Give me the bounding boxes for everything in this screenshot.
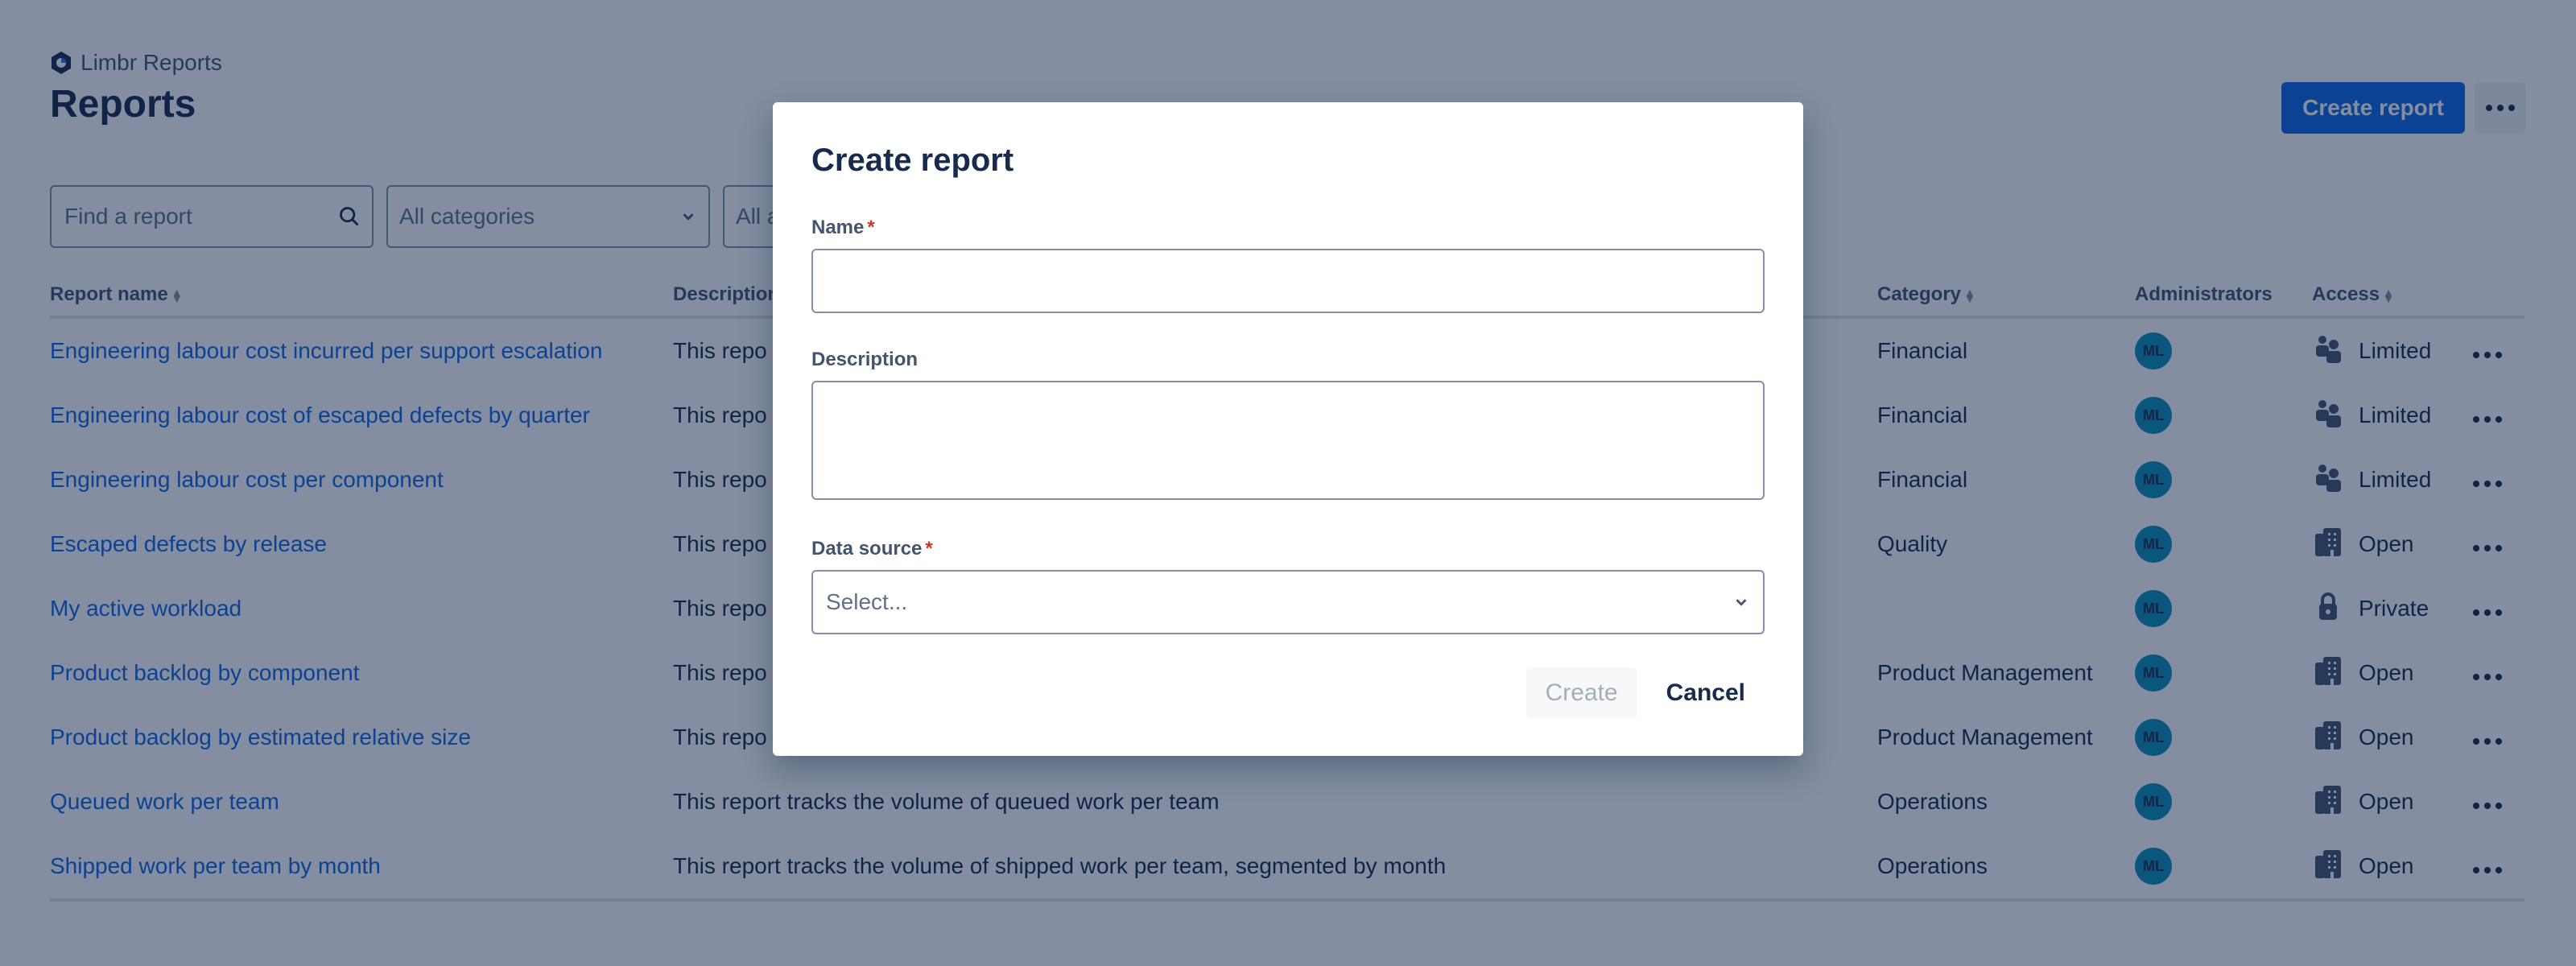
cancel-button[interactable]: Cancel [1647, 667, 1765, 719]
datasource-select[interactable]: Select... [811, 570, 1765, 634]
description-field[interactable] [811, 381, 1765, 500]
required-marker: * [867, 217, 875, 238]
datasource-placeholder: Select... [826, 589, 908, 614]
name-field[interactable] [811, 249, 1765, 313]
datasource-label: Data source * [811, 538, 1765, 560]
dialog-footer: Create Cancel [1525, 667, 1765, 719]
datasource-label-text: Data source [811, 538, 923, 559]
create-report-dialog: Create report Name * Description Data sou… [773, 102, 1803, 756]
description-label: Description [811, 349, 919, 370]
dialog-title: Create report [811, 142, 1014, 178]
name-label: Name * [811, 217, 1765, 239]
name-label-text: Name [811, 217, 865, 238]
required-marker: * [925, 538, 933, 559]
create-button[interactable]: Create [1525, 667, 1637, 719]
chevron-down-icon [1736, 599, 1747, 606]
